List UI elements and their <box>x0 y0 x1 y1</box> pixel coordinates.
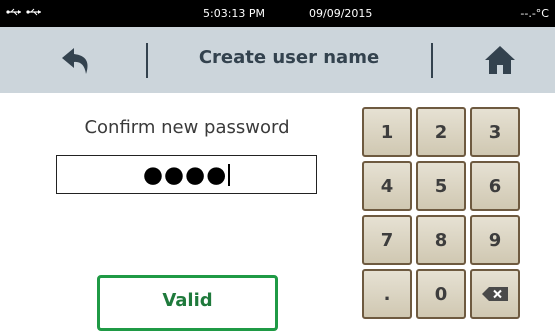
key-1[interactable]: 1 <box>362 107 412 157</box>
key-label: 9 <box>488 229 502 251</box>
usb-icons <box>6 7 42 17</box>
back-button[interactable] <box>60 46 94 76</box>
temperature-readout: --.-°C <box>520 7 549 20</box>
password-mask: ●●●● <box>142 161 228 188</box>
key-label: 5 <box>434 175 448 197</box>
header-divider <box>431 43 433 78</box>
backspace-icon <box>482 287 508 301</box>
password-field[interactable]: ●●●● <box>56 155 317 194</box>
key-label: 4 <box>380 175 394 197</box>
key-label: 6 <box>488 175 502 197</box>
page-title: Create user name <box>198 47 380 68</box>
key-2[interactable]: 2 <box>416 107 466 157</box>
key-8[interactable]: 8 <box>416 215 466 265</box>
usb-icon <box>26 8 41 16</box>
home-button[interactable] <box>484 45 516 75</box>
key-label: 8 <box>434 229 448 251</box>
header-divider <box>146 43 148 78</box>
home-icon <box>485 46 515 74</box>
title-bar: Create user name <box>0 27 555 93</box>
valid-button[interactable]: Valid <box>97 275 278 331</box>
key-label: 0 <box>434 283 448 305</box>
key-label: 1 <box>380 121 394 143</box>
back-arrow-icon <box>62 48 88 74</box>
key-backspace[interactable] <box>470 269 520 319</box>
key-5[interactable]: 5 <box>416 161 466 211</box>
key-0[interactable]: 0 <box>416 269 466 319</box>
key-label: . <box>383 283 391 305</box>
clock-date: 09/09/2015 <box>309 7 373 20</box>
key-9[interactable]: 9 <box>470 215 520 265</box>
text-caret <box>228 163 231 186</box>
clock-time: 5:03:13 PM <box>203 7 266 20</box>
key-decimal[interactable]: . <box>362 269 412 319</box>
status-bar: 5:03:13 PM 09/09/2015 --.-°C <box>0 0 555 27</box>
key-4[interactable]: 4 <box>362 161 412 211</box>
key-6[interactable]: 6 <box>470 161 520 211</box>
key-label: 2 <box>434 121 448 143</box>
key-label: 3 <box>488 121 502 143</box>
key-3[interactable]: 3 <box>470 107 520 157</box>
usb-icon <box>6 8 21 16</box>
key-7[interactable]: 7 <box>362 215 412 265</box>
key-label: 7 <box>380 229 394 251</box>
password-prompt: Confirm new password <box>84 117 290 138</box>
